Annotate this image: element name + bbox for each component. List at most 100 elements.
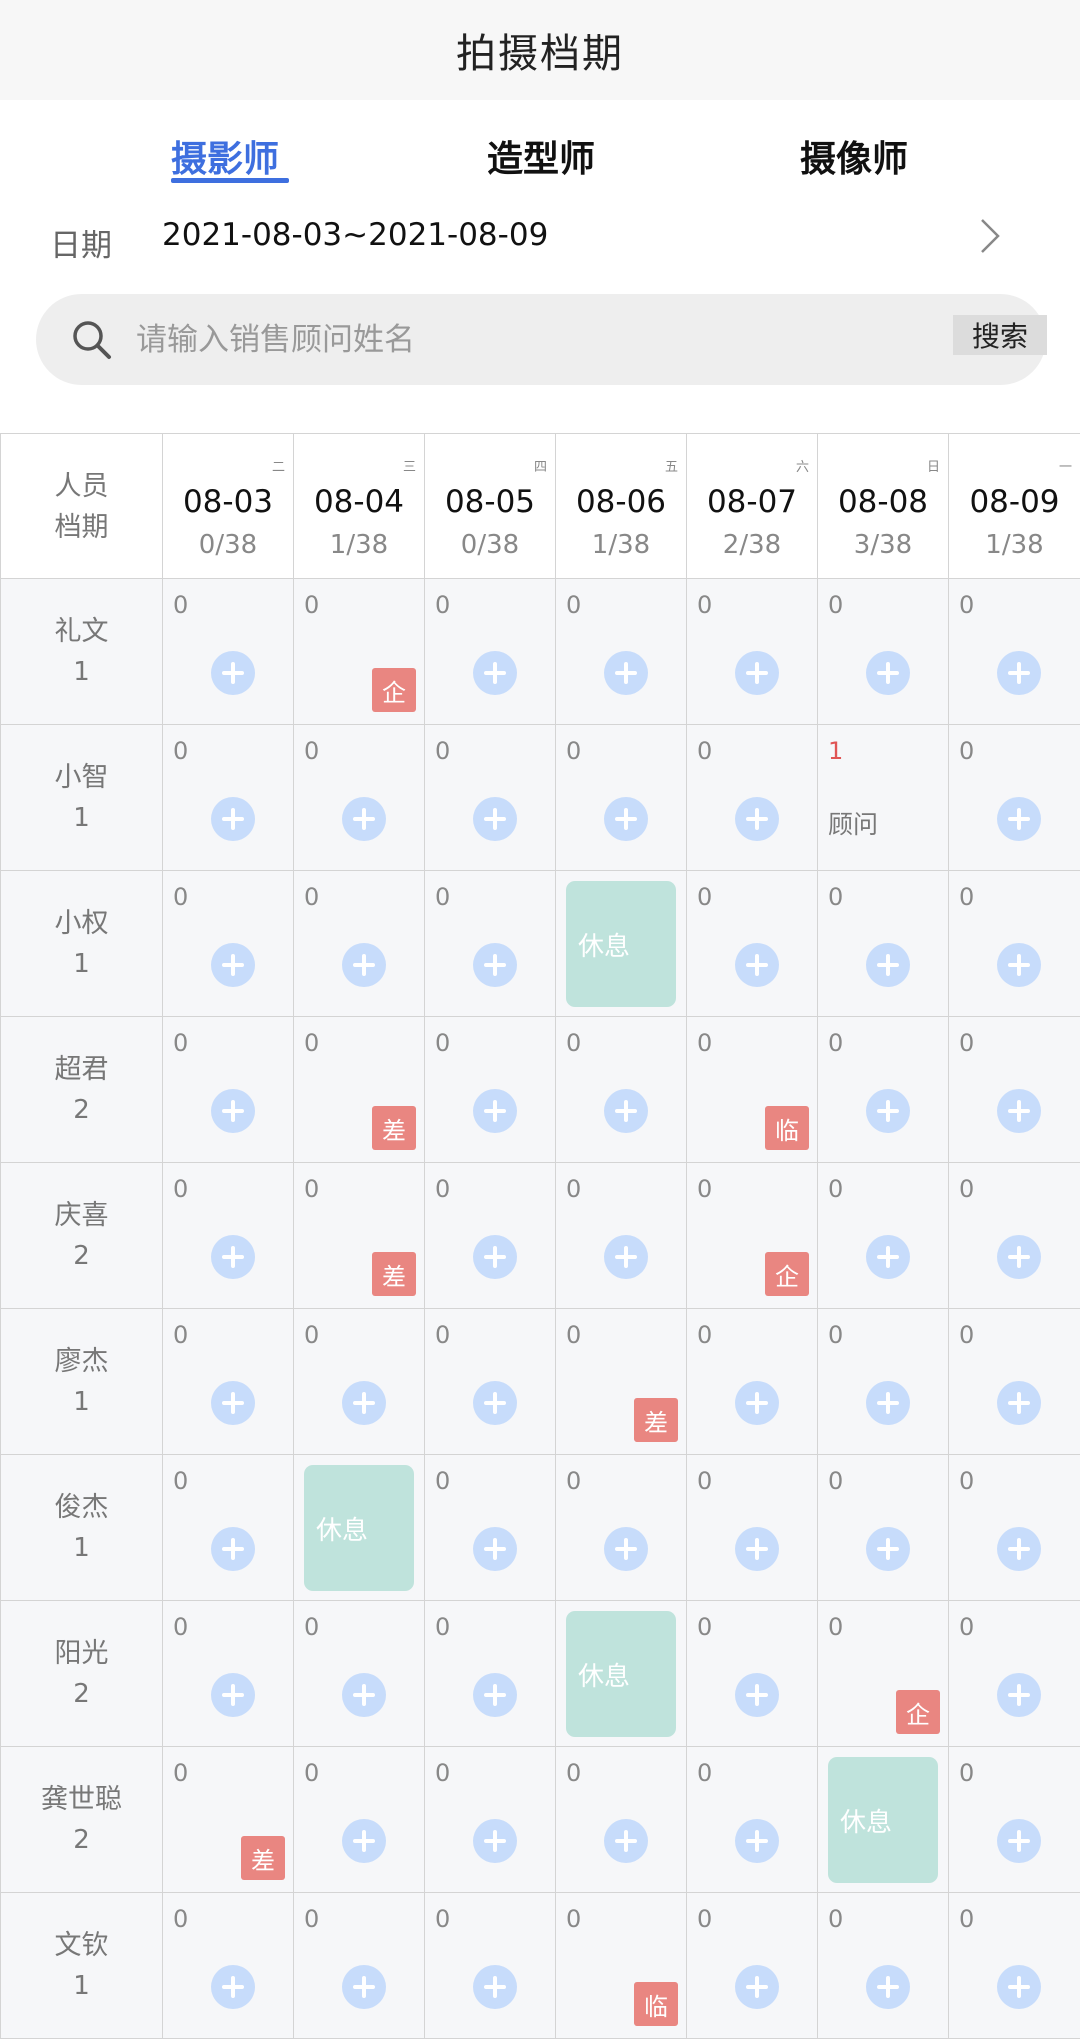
- schedule-cell[interactable]: 0: [949, 725, 1080, 871]
- add-booking-icon[interactable]: [342, 1965, 386, 2009]
- add-booking-icon[interactable]: [866, 943, 910, 987]
- schedule-cell[interactable]: 0: [687, 1455, 818, 1601]
- add-booking-icon[interactable]: [997, 1819, 1041, 1863]
- schedule-cell[interactable]: 0: [294, 1893, 425, 2039]
- add-booking-icon[interactable]: [342, 1381, 386, 1425]
- schedule-cell[interactable]: 0: [556, 579, 687, 725]
- schedule-cell[interactable]: 0: [818, 1455, 949, 1601]
- schedule-cell[interactable]: 0: [425, 1601, 556, 1747]
- tab-stylist[interactable]: 造型师: [487, 130, 595, 182]
- add-booking-icon[interactable]: [211, 943, 255, 987]
- add-booking-icon[interactable]: [735, 1381, 779, 1425]
- schedule-cell[interactable]: 0: [818, 871, 949, 1017]
- schedule-cell[interactable]: 0: [949, 871, 1080, 1017]
- add-booking-icon[interactable]: [997, 1673, 1041, 1717]
- add-booking-icon[interactable]: [866, 1965, 910, 2009]
- schedule-cell[interactable]: 0: [818, 1309, 949, 1455]
- schedule-cell[interactable]: 0: [687, 725, 818, 871]
- add-booking-icon[interactable]: [866, 1527, 910, 1571]
- schedule-cell[interactable]: 0: [949, 1455, 1080, 1601]
- tab-photographer[interactable]: 摄影师: [171, 130, 279, 182]
- schedule-cell[interactable]: 0: [425, 725, 556, 871]
- schedule-cell[interactable]: 0: [556, 1163, 687, 1309]
- schedule-cell[interactable]: 0: [163, 579, 294, 725]
- add-booking-icon[interactable]: [735, 1527, 779, 1571]
- add-booking-icon[interactable]: [473, 943, 517, 987]
- rest-block[interactable]: 休息: [566, 1611, 676, 1737]
- schedule-cell[interactable]: 0: [949, 1017, 1080, 1163]
- add-booking-icon[interactable]: [604, 1089, 648, 1133]
- add-booking-icon[interactable]: [211, 1235, 255, 1279]
- add-booking-icon[interactable]: [342, 797, 386, 841]
- schedule-cell[interactable]: 0差: [294, 1017, 425, 1163]
- add-booking-icon[interactable]: [997, 1527, 1041, 1571]
- schedule-cell[interactable]: 0: [163, 1601, 294, 1747]
- schedule-cell[interactable]: 休息: [818, 1747, 949, 1893]
- schedule-cell[interactable]: 0差: [556, 1309, 687, 1455]
- add-booking-icon[interactable]: [211, 1381, 255, 1425]
- add-booking-icon[interactable]: [735, 1965, 779, 2009]
- rest-block[interactable]: 休息: [566, 881, 676, 1007]
- schedule-cell[interactable]: 0: [425, 1747, 556, 1893]
- schedule-cell[interactable]: 0差: [294, 1163, 425, 1309]
- schedule-cell[interactable]: 休息: [556, 871, 687, 1017]
- add-booking-icon[interactable]: [604, 1819, 648, 1863]
- add-booking-icon[interactable]: [211, 1965, 255, 2009]
- add-booking-icon[interactable]: [211, 1527, 255, 1571]
- schedule-cell[interactable]: 0: [818, 1893, 949, 2039]
- schedule-cell[interactable]: 0: [949, 579, 1080, 725]
- add-booking-icon[interactable]: [604, 1235, 648, 1279]
- schedule-cell[interactable]: 0: [163, 1163, 294, 1309]
- date-range[interactable]: 2021-08-03~2021-08-09: [162, 217, 548, 253]
- schedule-cell[interactable]: 0: [687, 1601, 818, 1747]
- add-booking-icon[interactable]: [997, 1235, 1041, 1279]
- add-booking-icon[interactable]: [866, 651, 910, 695]
- schedule-cell[interactable]: 0: [949, 1163, 1080, 1309]
- schedule-cell[interactable]: 0: [294, 725, 425, 871]
- add-booking-icon[interactable]: [473, 1089, 517, 1133]
- add-booking-icon[interactable]: [211, 1673, 255, 1717]
- schedule-cell[interactable]: 0: [687, 1893, 818, 2039]
- add-booking-icon[interactable]: [342, 1819, 386, 1863]
- rest-block[interactable]: 休息: [828, 1757, 938, 1883]
- schedule-cell[interactable]: 0: [949, 1747, 1080, 1893]
- schedule-cell[interactable]: 0: [687, 871, 818, 1017]
- schedule-cell[interactable]: 0: [163, 1455, 294, 1601]
- add-booking-icon[interactable]: [342, 1673, 386, 1717]
- schedule-cell[interactable]: 0: [556, 725, 687, 871]
- schedule-cell[interactable]: 0: [425, 1309, 556, 1455]
- add-booking-icon[interactable]: [473, 1819, 517, 1863]
- add-booking-icon[interactable]: [211, 1089, 255, 1133]
- schedule-cell[interactable]: 休息: [556, 1601, 687, 1747]
- schedule-cell[interactable]: 0: [163, 1309, 294, 1455]
- tab-videographer[interactable]: 摄像师: [800, 130, 908, 182]
- schedule-cell[interactable]: 0: [294, 1309, 425, 1455]
- add-booking-icon[interactable]: [604, 797, 648, 841]
- add-booking-icon[interactable]: [211, 797, 255, 841]
- schedule-cell[interactable]: 休息: [294, 1455, 425, 1601]
- schedule-cell[interactable]: 0: [425, 1163, 556, 1309]
- schedule-cell[interactable]: 0: [687, 1747, 818, 1893]
- rest-block[interactable]: 休息: [304, 1465, 414, 1591]
- schedule-cell[interactable]: 0: [687, 1309, 818, 1455]
- add-booking-icon[interactable]: [866, 1089, 910, 1133]
- schedule-cell[interactable]: 0: [163, 1017, 294, 1163]
- schedule-cell[interactable]: 0: [949, 1601, 1080, 1747]
- add-booking-icon[interactable]: [342, 943, 386, 987]
- schedule-cell[interactable]: 0: [818, 1163, 949, 1309]
- add-booking-icon[interactable]: [735, 943, 779, 987]
- schedule-cell[interactable]: 0: [556, 1747, 687, 1893]
- schedule-cell[interactable]: 0企: [294, 579, 425, 725]
- add-booking-icon[interactable]: [866, 1381, 910, 1425]
- schedule-cell[interactable]: 0: [294, 1601, 425, 1747]
- schedule-cell[interactable]: 0: [425, 1017, 556, 1163]
- add-booking-icon[interactable]: [604, 1527, 648, 1571]
- schedule-cell[interactable]: 0: [556, 1017, 687, 1163]
- schedule-cell[interactable]: 0: [425, 871, 556, 1017]
- add-booking-icon[interactable]: [473, 1381, 517, 1425]
- add-booking-icon[interactable]: [473, 1965, 517, 2009]
- add-booking-icon[interactable]: [473, 1235, 517, 1279]
- schedule-cell[interactable]: 0: [818, 579, 949, 725]
- schedule-cell[interactable]: 0差: [163, 1747, 294, 1893]
- search-input[interactable]: [136, 314, 936, 366]
